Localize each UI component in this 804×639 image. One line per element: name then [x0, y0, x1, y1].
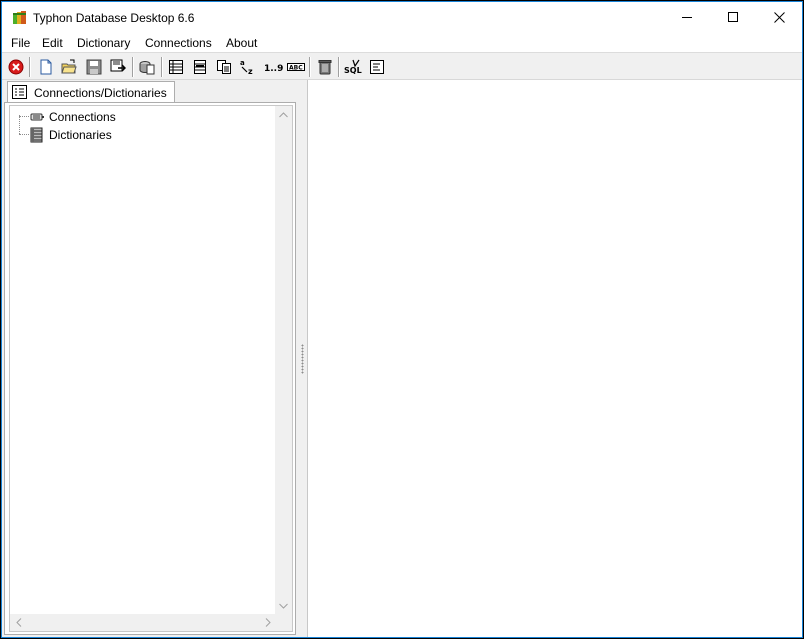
maximize-button[interactable]: [710, 2, 756, 33]
menu-about[interactable]: About: [225, 36, 258, 51]
open-folder-icon: [61, 59, 77, 74]
close-icon: [773, 12, 785, 23]
open-button[interactable]: [60, 58, 78, 76]
chevron-right-icon: [265, 618, 271, 627]
window-title: Typhon Database Desktop 6.6: [33, 11, 195, 25]
menu-connections[interactable]: Connections: [144, 36, 213, 51]
trash-icon: [318, 60, 332, 75]
svg-text:SQL: SQL: [344, 66, 362, 75]
dictionary-icon: [30, 127, 43, 143]
app-window: Typhon Database Desktop 6.6 File Edit Di…: [1, 1, 803, 638]
title-bar[interactable]: Typhon Database Desktop 6.6: [2, 2, 802, 33]
sql-button[interactable]: SQL: [344, 58, 362, 76]
tab-connections-dictionaries[interactable]: Connections/Dictionaries: [7, 81, 175, 103]
svg-text:a: a: [240, 59, 245, 67]
toolbar-separator: [132, 57, 134, 77]
new-button[interactable]: [37, 58, 55, 76]
menu-edit[interactable]: Edit: [41, 36, 64, 51]
svg-text:1..9: 1..9: [264, 64, 283, 74]
svg-text:z: z: [248, 67, 253, 76]
close-red-icon: [8, 59, 24, 75]
chevron-down-icon: [279, 603, 288, 609]
list-icon: [12, 85, 27, 99]
maximize-icon: [727, 12, 738, 22]
database-icon: [139, 61, 155, 75]
chevron-left-icon: [15, 618, 21, 627]
disconnect-button[interactable]: [7, 58, 25, 76]
copy-icon: [217, 60, 231, 74]
main-content-area[interactable]: [307, 80, 802, 637]
chevron-up-icon: [279, 111, 288, 117]
sort-button[interactable]: a z: [239, 58, 257, 76]
toolbar-separator: [338, 57, 340, 77]
sort-az-icon: a z: [240, 59, 253, 76]
tree-item-label: Dictionaries: [49, 128, 112, 142]
new-document-icon: [40, 59, 52, 75]
tree-item-connections[interactable]: Connections: [10, 108, 250, 126]
app-logo-icon: [13, 11, 26, 24]
connection-icon: [30, 113, 44, 121]
scroll-left-arrow[interactable]: [10, 614, 27, 631]
properties-icon: [370, 60, 384, 74]
properties-button[interactable]: [368, 58, 386, 76]
menu-file[interactable]: File: [10, 36, 31, 51]
left-panel: Connections/Dictionaries Connections Dic…: [2, 80, 298, 637]
menu-bar: File Edit Dictionary Connections About: [2, 33, 802, 53]
copy-button[interactable]: [215, 58, 233, 76]
save-button[interactable]: [85, 58, 103, 76]
database-button[interactable]: [138, 58, 156, 76]
scroll-right-arrow[interactable]: [259, 614, 276, 631]
save-as-button[interactable]: [109, 58, 127, 76]
sql-icon: SQL: [344, 59, 362, 75]
minimize-button[interactable]: [664, 2, 710, 33]
tree-connector: [19, 134, 29, 135]
horizontal-scrollbar[interactable]: [10, 614, 276, 631]
toolbar-separator: [29, 57, 31, 77]
save-icon: [86, 59, 102, 75]
tree-view[interactable]: Connections Dictionaries: [9, 105, 293, 632]
tree-connector: [19, 116, 29, 117]
toolbar-separator: [161, 57, 163, 77]
tab-page: Connections Dictionaries: [4, 102, 296, 635]
vertical-scrollbar[interactable]: [275, 106, 292, 614]
svg-text:ABC: ABC: [289, 65, 303, 72]
abc-field-icon: ABC: [287, 63, 305, 72]
scroll-down-arrow[interactable]: [275, 597, 292, 614]
close-button[interactable]: [756, 2, 802, 33]
scroll-corner: [275, 614, 292, 631]
delete-button[interactable]: [316, 58, 334, 76]
menu-dictionary[interactable]: Dictionary: [76, 36, 131, 51]
tree-item-dictionaries[interactable]: Dictionaries: [10, 126, 250, 144]
save-export-icon: [110, 59, 126, 72]
tab-label: Connections/Dictionaries: [34, 86, 167, 100]
columns-button[interactable]: [191, 58, 209, 76]
panel-splitter[interactable]: [298, 80, 307, 637]
scroll-up-arrow[interactable]: [275, 106, 292, 123]
numbering-icon: 1..9: [264, 64, 283, 74]
toolbar-separator: [309, 57, 311, 77]
splitter-grip-icon: [301, 344, 304, 374]
table-icon: [169, 60, 183, 74]
tree-item-label: Connections: [49, 110, 116, 124]
field-button[interactable]: ABC: [287, 58, 305, 76]
minimize-icon: [681, 17, 692, 18]
toolbar: a z 1..9 ABC SQL: [2, 54, 802, 80]
columns-icon: [194, 60, 206, 74]
table-button[interactable]: [167, 58, 185, 76]
numbering-button[interactable]: 1..9: [263, 58, 283, 76]
